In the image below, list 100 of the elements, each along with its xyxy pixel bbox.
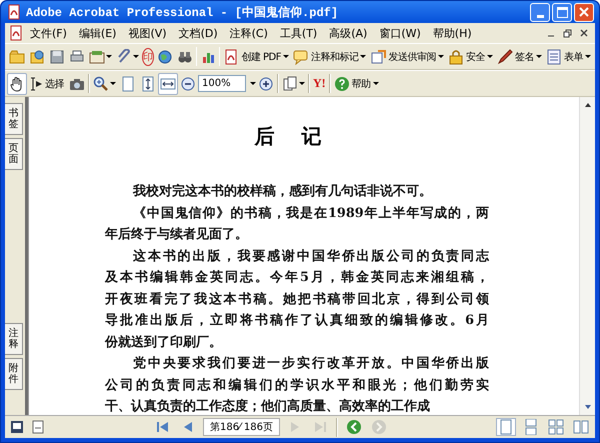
forward-icon <box>371 419 388 435</box>
text-line: 开夜班看完了我这本书稿。她把书稿带回北京，得到公司领 <box>105 290 489 308</box>
toolbar-button[interactable] <box>158 72 178 94</box>
page-number-field[interactable]: 第186⁄ 186页 <box>202 418 280 436</box>
continuous-page-icon <box>523 419 539 435</box>
text-cursor-icon <box>29 76 43 92</box>
facing-pages-icon <box>548 419 564 435</box>
caret-icon <box>584 55 591 58</box>
menu-item[interactable]: 视图(V) <box>122 26 173 40</box>
document-heading: 后 记 <box>253 123 332 149</box>
caret-icon <box>372 82 379 85</box>
first-page-icon <box>154 419 171 435</box>
single-page-icon <box>498 419 514 435</box>
side-tab[interactable]: 书签 <box>5 103 23 135</box>
last-page-icon <box>312 419 328 435</box>
menu-item[interactable]: 编辑(E) <box>72 26 122 40</box>
pages-icon <box>282 76 298 92</box>
text-line: 导批准出版后，立即将书稿作了认真细致的编辑修改。6月 <box>105 312 489 330</box>
page-layout-button[interactable] <box>496 418 516 436</box>
caret-icon <box>360 55 366 58</box>
fit-width-icon <box>160 76 176 92</box>
text-line: 份就送到了印刷厂。 <box>105 334 223 352</box>
menu-item[interactable]: 帮助(H) <box>426 26 478 40</box>
toolbar-menu-button[interactable]: 签名 <box>494 46 544 68</box>
help-icon <box>334 76 350 92</box>
minimize-button[interactable] <box>530 2 550 22</box>
caret-icon <box>282 55 289 58</box>
text-line: 干、认真负责的工作态度；他们高质量、高效率的工作成 <box>105 398 431 415</box>
text-line: 《中国鬼信仰》的书稿，我是在1989年上半年写成的，两 <box>132 204 489 222</box>
toolbar-menu-button[interactable]: 注释和标记 <box>290 46 368 68</box>
toolbar-menu-button[interactable]: 发送供审阅 <box>368 46 446 68</box>
caret-icon <box>250 82 256 85</box>
caret-icon <box>133 55 139 58</box>
button-label: 发送供审阅 <box>388 50 436 64</box>
vertical-scrollbar[interactable] <box>579 97 595 415</box>
menu-item[interactable]: 文件(F) <box>24 26 73 40</box>
button-label: 创建 PDF <box>241 50 281 64</box>
zoom-in-icon <box>258 76 274 92</box>
caret-icon <box>438 55 444 58</box>
zoom-in-icon <box>93 76 109 92</box>
globe-icon <box>157 48 173 64</box>
paperclip-icon <box>116 48 132 64</box>
back-icon <box>346 419 362 435</box>
select-tool-button[interactable]: 选择 <box>27 72 67 94</box>
two-page-icon <box>573 419 589 435</box>
folder-globe-icon <box>29 48 45 64</box>
toolbar-menu-button[interactable]: 创建 PDF <box>221 46 291 68</box>
toolbar-menu-button[interactable]: 表单 <box>544 46 593 68</box>
close-button[interactable] <box>574 2 594 22</box>
page-icon <box>120 76 136 92</box>
folder-icon <box>9 48 25 64</box>
form-icon <box>546 48 562 64</box>
save-icon <box>49 48 65 64</box>
page-layout-button[interactable] <box>571 418 591 436</box>
text-line: 这本书的出版，我要感谢中国华侨出版公司的负责同志 <box>132 248 489 266</box>
fit-height-icon <box>140 76 156 92</box>
close-icon[interactable] <box>580 29 588 37</box>
pdf-icon <box>223 48 240 64</box>
side-tab[interactable]: 注释 <box>5 323 23 355</box>
menu-item[interactable]: 注释(C) <box>224 26 274 40</box>
print-icon <box>69 48 85 64</box>
menu-item[interactable]: 窗口(W) <box>373 26 427 40</box>
zoom-field[interactable]: 100% <box>198 75 246 92</box>
text-line: 党中央要求我们要进一步实行改革开放。中国华侨出版 <box>132 354 489 373</box>
text-line: 及本书编辑韩金英同志。今年5月，韩金英同志来湘组稿， <box>105 268 489 287</box>
toolbar-button[interactable] <box>7 72 27 94</box>
button-label: 签名 <box>514 50 534 64</box>
pen-icon <box>496 48 513 64</box>
side-tab[interactable]: 页面 <box>5 138 23 170</box>
page-layout-button[interactable] <box>546 418 566 436</box>
pdf-icon <box>8 25 24 41</box>
lock-icon <box>448 48 464 64</box>
caret-icon <box>536 55 542 58</box>
pdf-icon <box>6 4 22 20</box>
caret-icon <box>486 55 493 58</box>
help-menu-button[interactable]: 帮助 <box>332 72 381 94</box>
text-line: 年后终于与续者见面了。 <box>105 226 249 244</box>
yahoo-button[interactable]: Y! <box>311 72 328 94</box>
button-label: 安全 <box>466 50 485 64</box>
document-icon[interactable] <box>30 419 46 435</box>
menu-item[interactable]: 工具(T) <box>274 26 324 40</box>
button-label: 帮助 <box>352 78 371 90</box>
side-tab[interactable]: 附件 <box>5 358 23 390</box>
toolbar-menu-button[interactable]: 安全 <box>446 46 495 68</box>
caret-icon <box>299 82 305 85</box>
text-line: 公司的负责同志和编辑们的学识水平和眼光；他们勤劳实 <box>105 376 489 394</box>
button-label: 表单 <box>564 50 583 64</box>
button-label: 注释和标记 <box>310 50 358 64</box>
menu-item[interactable]: 文档(D) <box>172 26 224 40</box>
panel-icon[interactable] <box>9 419 25 435</box>
text-line: 我校对完这本书的校样稿，感到有几句话非说不可。 <box>132 182 433 201</box>
comment-icon <box>292 48 309 64</box>
zoom-out-icon <box>180 76 196 92</box>
maximize-button[interactable] <box>552 2 572 22</box>
close-icon <box>579 7 589 17</box>
button-label: 选择 <box>45 78 64 90</box>
restore-icon[interactable] <box>563 28 572 38</box>
stamp-button[interactable]: 印 <box>142 48 154 66</box>
caret-icon <box>106 55 112 58</box>
menu-item[interactable]: 高级(A) <box>323 26 374 40</box>
